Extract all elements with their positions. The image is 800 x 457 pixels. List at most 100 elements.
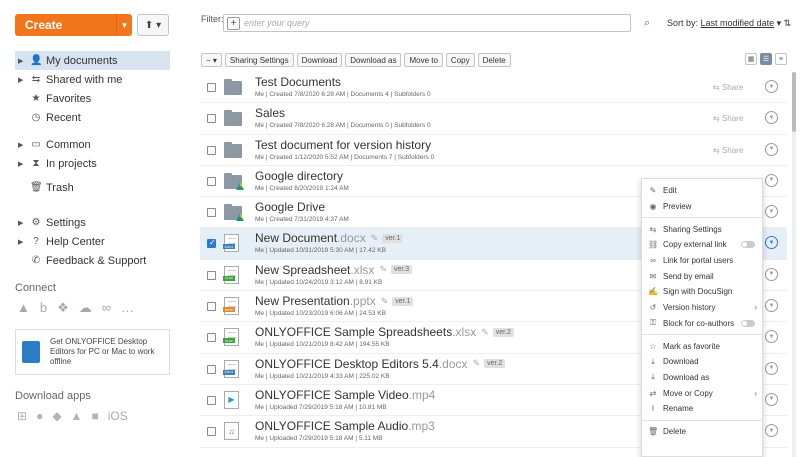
- toggle-switch[interactable]: [741, 319, 755, 327]
- row-checkbox[interactable]: [207, 395, 216, 405]
- row-menu-chevron-icon[interactable]: ▼: [765, 111, 778, 125]
- row-checkbox[interactable]: [207, 208, 216, 218]
- tile-view-icon[interactable]: ▦: [745, 53, 757, 65]
- file-name[interactable]: New Presentation: [255, 294, 350, 308]
- menu-item-version-history[interactable]: ↺ Version history ›: [642, 300, 762, 316]
- expand-arrow-icon[interactable]: ▶: [18, 238, 23, 246]
- more-icon[interactable]: …: [121, 300, 134, 316]
- row-checkbox[interactable]: [207, 364, 216, 374]
- expand-arrow-icon[interactable]: ▶: [18, 76, 23, 84]
- expand-arrow-icon[interactable]: ▶: [18, 160, 23, 168]
- edit-pencil-icon[interactable]: ✎: [379, 264, 387, 275]
- row-checkbox[interactable]: [207, 270, 216, 280]
- edit-pencil-icon[interactable]: ✎: [381, 296, 389, 307]
- file-name[interactable]: New Document: [255, 231, 337, 245]
- row-menu-chevron-icon[interactable]: ▼: [765, 424, 778, 438]
- file-title[interactable]: Google Drive: [255, 200, 325, 214]
- scrollbar-thumb[interactable]: [792, 72, 796, 132]
- sidebar-item-common[interactable]: ▶ ▭ Common: [15, 135, 170, 154]
- share-button[interactable]: ⇆ Share: [713, 114, 743, 123]
- row-checkbox[interactable]: [207, 238, 216, 249]
- create-button[interactable]: Create ▼: [15, 14, 132, 36]
- sidebar-item-trash[interactable]: 🗑 Trash: [15, 178, 170, 197]
- select-all-dropdown[interactable]: − ▾: [201, 53, 222, 67]
- macos-icon[interactable]: ◆: [52, 409, 61, 423]
- linux-icon[interactable]: ▲: [71, 409, 83, 423]
- row-menu-chevron-icon[interactable]: ▼: [765, 173, 778, 187]
- ios-link[interactable]: iOS: [108, 409, 128, 423]
- upload-button[interactable]: ⬆ ▾: [137, 14, 169, 36]
- menu-item-mark-as-favorite[interactable]: ☆ Mark as favorite: [642, 338, 762, 354]
- file-title[interactable]: ONLYOFFICE Sample Spreadsheets .xlsx ✎ ver.…: [255, 325, 514, 339]
- row-checkbox[interactable]: [207, 427, 216, 437]
- sidebar-item-in-projects[interactable]: ▶ ⧗ In projects: [15, 154, 170, 173]
- sidebar-item-feedback-support[interactable]: ✆ Feedback & Support: [15, 251, 170, 270]
- file-title[interactable]: Test Documents: [255, 75, 341, 89]
- file-name[interactable]: Test Documents: [255, 75, 341, 89]
- windows-icon[interactable]: ⊞: [17, 409, 27, 423]
- file-name[interactable]: ONLYOFFICE Sample Audio: [255, 419, 408, 433]
- menu-item-edit[interactable]: ✎ Edit: [642, 183, 762, 199]
- version-badge[interactable]: ver.2: [492, 327, 514, 337]
- menu-item-sharing-settings[interactable]: ⇆ Sharing Settings: [642, 221, 762, 237]
- row-menu-chevron-icon[interactable]: ▼: [765, 330, 778, 344]
- file-title[interactable]: Test document for version history: [255, 138, 431, 152]
- sidebar-item-help-center[interactable]: ▶? Help Center: [15, 232, 170, 251]
- file-title[interactable]: ONLYOFFICE Sample Audio .mp3: [255, 419, 435, 433]
- version-badge[interactable]: ver.2: [484, 359, 506, 369]
- android-icon[interactable]: ■: [91, 409, 98, 423]
- row-menu-chevron-icon[interactable]: ▼: [765, 392, 778, 406]
- file-name[interactable]: New Spreadsheet: [255, 263, 350, 277]
- menu-item-move-or-copy[interactable]: ⇄ Move or Copy ›: [642, 385, 762, 401]
- menu-item-copy-external-link[interactable]: ⛓ Copy external link: [642, 237, 762, 253]
- row-checkbox[interactable]: [207, 145, 216, 155]
- add-filter-icon[interactable]: +: [227, 16, 240, 30]
- row-menu-chevron-icon[interactable]: ▼: [765, 205, 778, 219]
- row-checkbox[interactable]: [207, 302, 216, 312]
- file-title[interactable]: New Presentation .pptx ✎ ver.1: [255, 294, 414, 308]
- dropbox-icon[interactable]: ❖: [57, 300, 69, 316]
- row-menu-chevron-icon[interactable]: ▼: [765, 80, 778, 93]
- file-name[interactable]: Google directory: [255, 169, 343, 183]
- row-checkbox[interactable]: [207, 83, 216, 92]
- menu-item-block-for-co-authors[interactable]: ⚿ Block for co-authors: [642, 316, 762, 332]
- file-name[interactable]: Test document for version history: [255, 138, 431, 152]
- row-checkbox[interactable]: [207, 333, 216, 343]
- menu-item-link-for-portal-users[interactable]: ∞ Link for portal users: [642, 253, 762, 269]
- row-menu-chevron-icon[interactable]: ▼: [765, 299, 778, 313]
- file-name[interactable]: Google Drive: [255, 200, 325, 214]
- onedrive-icon[interactable]: ☁: [79, 300, 92, 316]
- row-view-icon[interactable]: ☰: [760, 53, 772, 65]
- sort-order-icon[interactable]: ⇅: [784, 18, 792, 28]
- search-icon[interactable]: ⌕: [644, 17, 650, 30]
- edit-pencil-icon[interactable]: ✎: [371, 233, 379, 244]
- expand-arrow-icon[interactable]: ▶: [18, 219, 23, 227]
- menu-item-send-by-email[interactable]: ✉ Send by email: [642, 268, 762, 284]
- apple-icon[interactable]: ●: [36, 409, 43, 423]
- expand-arrow-icon[interactable]: ▶: [18, 141, 23, 149]
- move-to-button[interactable]: Move to: [404, 53, 443, 67]
- table-row[interactable]: Sales Me | Created 7/8/2020 6:28 AM | Doc…: [200, 103, 787, 135]
- download-button[interactable]: Download: [296, 53, 343, 67]
- sharing-settings-button[interactable]: Sharing Settings: [224, 53, 294, 67]
- file-name[interactable]: ONLYOFFICE Sample Video: [255, 388, 409, 402]
- sidebar-item-my-documents[interactable]: ▶ 👤 My documents: [15, 51, 170, 70]
- row-menu-chevron-icon[interactable]: ▼: [765, 361, 778, 375]
- chevron-down-icon[interactable]: ▼: [116, 14, 132, 36]
- file-title[interactable]: ONLYOFFICE Sample Video .mp4: [255, 388, 435, 402]
- google-drive-icon[interactable]: ▲: [17, 300, 30, 316]
- sidebar-item-settings[interactable]: ▶ ⚙ Settings: [15, 213, 170, 232]
- share-button[interactable]: ⇆ Share: [713, 83, 743, 92]
- sidebar-item-favorites[interactable]: ★ Favorites: [15, 89, 170, 108]
- file-title[interactable]: Sales: [255, 106, 285, 120]
- file-name[interactable]: Sales: [255, 106, 285, 120]
- table-row[interactable]: Test Documents Me | Created 7/8/2020 6:28…: [200, 72, 787, 104]
- file-title[interactable]: ONLYOFFICE Desktop Editors 5.4 .docx ✎ ver.…: [255, 357, 506, 371]
- menu-item-preview[interactable]: ◉ Preview: [642, 199, 762, 215]
- sidebar-item-recent[interactable]: ◷ Recent: [15, 108, 170, 127]
- sort-value[interactable]: Last modified date: [701, 18, 775, 28]
- sort-control[interactable]: Sort by: Last modified date ▾ ⇅: [667, 18, 791, 29]
- edit-pencil-icon[interactable]: ✎: [473, 358, 481, 369]
- file-title[interactable]: Google directory: [255, 169, 343, 183]
- file-name[interactable]: ONLYOFFICE Sample Spreadsheets: [255, 325, 452, 339]
